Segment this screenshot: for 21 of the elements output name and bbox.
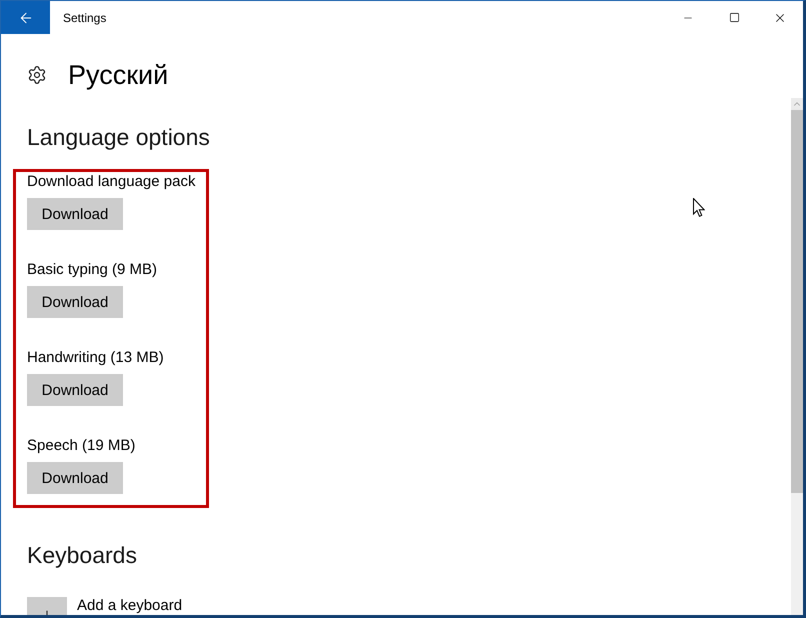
option-label: Handwriting (13 MB): [27, 348, 164, 368]
download-button[interactable]: Download: [27, 286, 123, 318]
option-label: Speech (19 MB): [27, 436, 136, 456]
scroll-up-button[interactable]: [791, 98, 803, 110]
section-heading: Keyboards: [27, 541, 137, 570]
window-title: Settings: [63, 10, 106, 24]
mouse-cursor-icon: [693, 198, 705, 217]
scrollbar[interactable]: [791, 98, 803, 615]
scrollbar-thumb[interactable]: [791, 110, 803, 493]
gear-icon: [27, 65, 47, 85]
option-label: Download language pack: [27, 172, 196, 192]
page-title: Русский: [68, 59, 168, 92]
maximize-icon: [728, 12, 740, 23]
section-heading: Language options: [27, 123, 210, 152]
plus-icon: [27, 597, 67, 615]
download-button[interactable]: Download: [27, 462, 123, 494]
option-label: Basic typing (9 MB): [27, 260, 158, 280]
back-button[interactable]: [1, 1, 50, 34]
download-button[interactable]: Download: [27, 374, 123, 406]
download-button[interactable]: Download: [27, 198, 123, 230]
add-keyboard-button[interactable]: Add a keyboard: [27, 597, 182, 615]
